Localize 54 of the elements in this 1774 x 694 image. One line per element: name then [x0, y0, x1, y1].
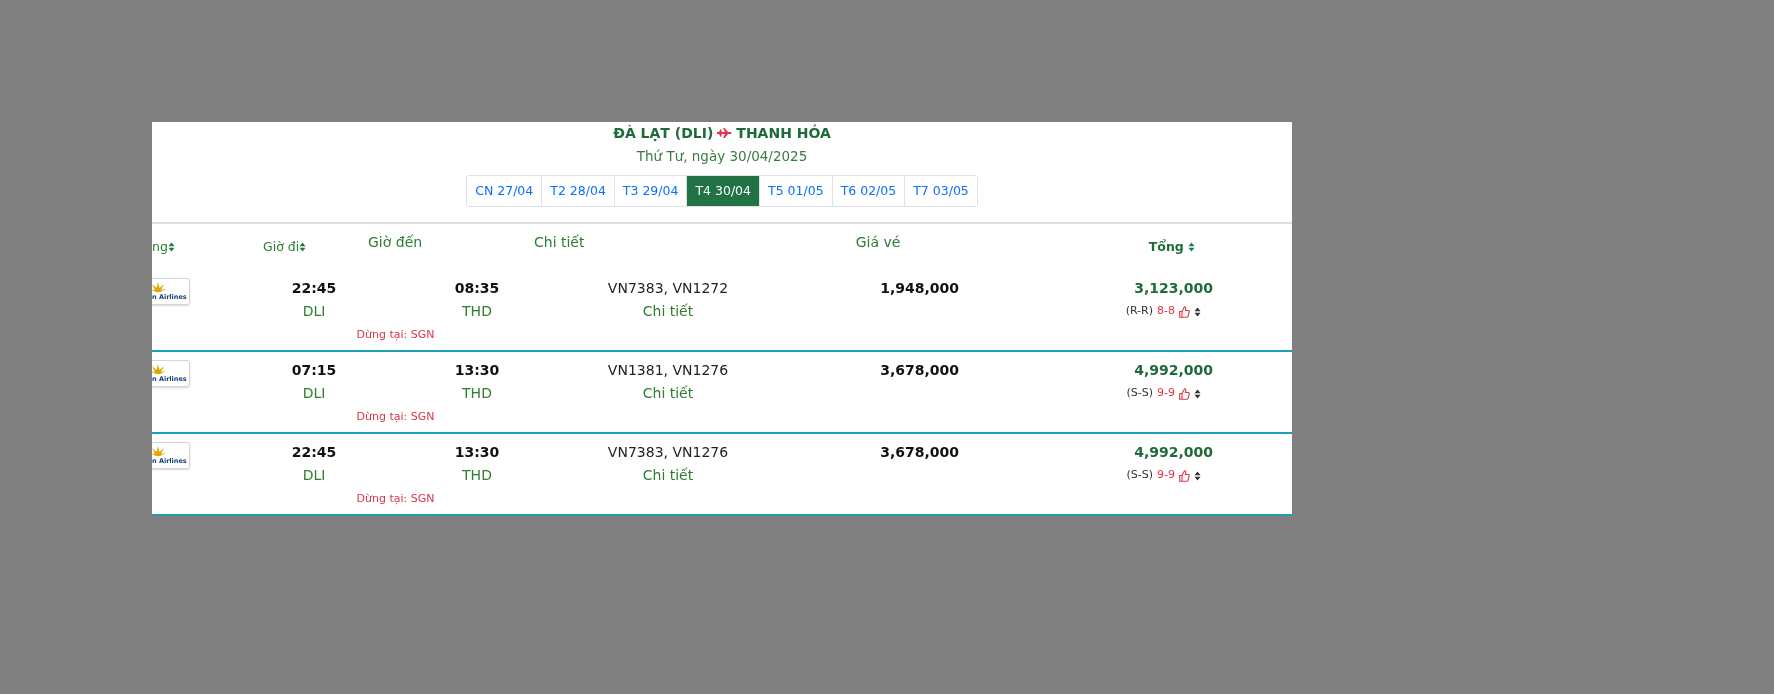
details-link[interactable]: Chi tiết [642, 300, 694, 323]
fare-class: (R-R) [1125, 303, 1154, 320]
flight-date: Thứ Tư, ngày 30/04/2025 [635, 147, 809, 166]
date-tab[interactable]: T4 30/04 [686, 176, 760, 206]
details-link[interactable]: Chi tiết [642, 464, 694, 487]
column-header: Giá vé [854, 232, 902, 252]
thumbs-up-icon [1179, 387, 1190, 400]
arrival-time: 13:30 [453, 361, 501, 380]
column-header[interactable]: Tổng [1132, 237, 1212, 257]
route-destination: THANH HÓA [736, 124, 831, 142]
destination-code: THD [461, 302, 493, 321]
flight-numbers: VN7383, VN1272 [606, 279, 730, 298]
column-header: Chi tiết [534, 232, 586, 252]
stopover-text: Dừng tại: SGN [355, 327, 436, 343]
date-tab[interactable]: T7 03/05 [904, 176, 977, 206]
column-header[interactable]: Giờ đi [263, 237, 368, 257]
airplane-icon [717, 128, 733, 138]
total-price: 4,992,000 [1133, 443, 1213, 462]
stopover-text: Dừng tại: SGN [355, 491, 436, 507]
fare-price: 1,948,000 [879, 279, 959, 298]
fare-price: 3,678,000 [879, 361, 959, 380]
total-price: 4,992,000 [1133, 361, 1213, 380]
lotus-icon [152, 364, 166, 375]
seat-count: 9-9 [1157, 385, 1175, 402]
destination-code: THD [461, 466, 493, 485]
fare-class: (S-S) [1126, 467, 1154, 484]
seat-count: 9-9 [1157, 467, 1175, 484]
fare-class: (S-S) [1126, 385, 1154, 402]
lotus-icon [152, 446, 166, 457]
origin-code: DLI [301, 302, 327, 321]
thumbs-up-icon [1179, 305, 1190, 318]
fare-price: 3,678,000 [879, 443, 959, 462]
departure-time: 22:45 [290, 279, 338, 298]
stopover-text: Dừng tại: SGN [355, 409, 436, 425]
flight-numbers: VN1381, VN1276 [606, 361, 730, 380]
thumbs-up-icon [1179, 469, 1190, 482]
destination-code: THD [461, 384, 493, 403]
sort-icon[interactable] [1194, 470, 1201, 481]
arrival-time: 08:35 [453, 279, 501, 298]
seat-count: 8-8 [1157, 303, 1175, 320]
departure-time: 07:15 [290, 361, 338, 380]
details-link[interactable]: Chi tiết [642, 382, 694, 405]
origin-code: DLI [301, 384, 327, 403]
arrival-time: 13:30 [453, 443, 501, 462]
total-price: 3,123,000 [1133, 279, 1213, 298]
sort-icon[interactable] [1194, 388, 1201, 399]
sort-icon[interactable] [1194, 306, 1201, 317]
departure-time: 22:45 [290, 443, 338, 462]
flight-numbers: VN7383, VN1276 [606, 443, 730, 462]
column-header[interactable]: ng [152, 237, 263, 257]
lotus-icon [152, 282, 166, 293]
route-origin: ĐÀ LẠT (DLI) [613, 124, 714, 142]
column-header: Giờ đến [368, 232, 424, 252]
origin-code: DLI [301, 466, 327, 485]
